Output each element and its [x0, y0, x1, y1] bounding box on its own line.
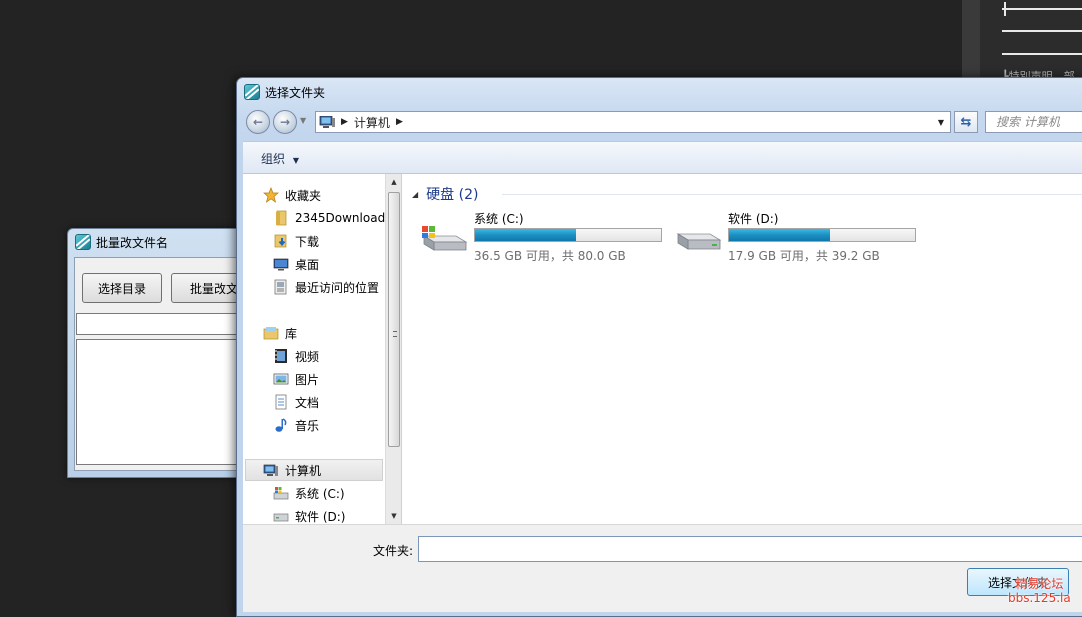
drive-icon — [676, 233, 722, 250]
nav-item-label: 音乐 — [295, 418, 320, 433]
scroll-up-arrow-icon[interactable]: ▲ — [386, 174, 402, 190]
forward-button[interactable]: → — [273, 110, 297, 134]
editor-line — [1002, 30, 1082, 32]
nav-computer[interactable]: 计算机 — [245, 459, 383, 481]
dialog-footer: 文件夹: 选择文件夹 — [243, 524, 1082, 612]
nav-item-label: 文档 — [295, 395, 320, 410]
drive-name: 软件 (D:) — [728, 212, 779, 226]
path-input[interactable] — [76, 313, 246, 335]
drive-tile-d[interactable]: 软件 (D:) 17.9 GB 可用，共 39.2 GB — [674, 210, 924, 263]
select-folder-dialog: 选择文件夹 ← → ▼ ▶ 计算机 ▶ ▼ ⇆ 搜索 计算机 组织 ▼ 收藏夹 … — [236, 77, 1082, 617]
picture-icon — [273, 373, 289, 385]
download-folder-icon — [274, 234, 287, 248]
nav-item-label: 桌面 — [295, 257, 320, 272]
app-icon — [75, 234, 91, 250]
drive-usage-bar — [474, 228, 662, 242]
recent-places-icon — [274, 279, 287, 295]
drive-free-space: 17.9 GB 可用，共 39.2 GB — [728, 249, 880, 263]
recent-locations-dropdown[interactable]: ▼ — [300, 116, 306, 125]
breadcrumb-separator-icon[interactable]: ▶ — [396, 117, 403, 127]
nav-item-drive-d[interactable]: 软件 (D:) — [273, 505, 400, 524]
nav-item-desktop[interactable]: 桌面 — [273, 253, 400, 275]
windows-drive-icon — [422, 226, 468, 251]
drive-name: 系统 (C:) — [474, 212, 524, 226]
organize-button[interactable]: 组织 ▼ — [261, 150, 299, 167]
nav-item-label: 2345Downloads — [295, 211, 392, 225]
address-bar[interactable]: ▶ 计算机 ▶ ▼ — [315, 111, 951, 133]
organize-label: 组织 — [261, 152, 286, 166]
back-arrow-icon: ← — [252, 115, 264, 129]
content-pane: ◢ 硬盘 (2) 系统 (C:) 36.5 GB 可用，共 80.0 GB 软件… — [402, 174, 1082, 524]
watermark: 精易论坛 bbs.125.la — [1008, 577, 1071, 605]
rename-window-title: 批量改文件名 — [96, 236, 169, 250]
address-dropdown-icon[interactable]: ▼ — [932, 112, 950, 132]
library-icon — [263, 327, 279, 340]
nav-item-label: 视频 — [295, 349, 320, 364]
refresh-icon: ⇆ — [960, 114, 972, 130]
nav-item-downloads[interactable]: 下载 — [273, 230, 400, 252]
drive-tile-c[interactable]: 系统 (C:) 36.5 GB 可用，共 80.0 GB — [420, 210, 670, 263]
watermark-line1: 精易论坛 — [1015, 577, 1064, 591]
refresh-button[interactable]: ⇆ — [954, 111, 978, 133]
group-header-hard-disks[interactable]: ◢ 硬盘 (2) — [412, 184, 478, 204]
drive-free-space: 36.5 GB 可用，共 80.0 GB — [474, 249, 626, 263]
nav-item-label: 图片 — [295, 372, 320, 387]
nav-item-pictures[interactable]: 图片 — [273, 368, 400, 390]
watermark-line2: bbs.125.la — [1008, 591, 1071, 605]
group-divider — [502, 194, 1082, 195]
drive-usage-fill — [475, 229, 577, 241]
background-editor: ┣特別声明，部 — [962, 0, 1082, 83]
dialog-title: 选择文件夹 — [265, 86, 326, 100]
computer-icon — [319, 116, 335, 128]
nav-pane-scrollbar[interactable]: ▲ ▼ — [385, 174, 401, 524]
back-button[interactable]: ← — [246, 110, 270, 134]
nav-item-recent-places[interactable]: 最近访问的位置 — [273, 276, 400, 298]
folder-icon — [276, 210, 287, 226]
nav-libraries-label: 库 — [285, 326, 298, 341]
nav-item-2345downloads[interactable]: 2345Downloads — [273, 207, 400, 229]
navigation-pane: 收藏夹 2345Downloads 下载 桌面 最近访问的位置 库 视频 图片 … — [243, 174, 401, 524]
computer-icon — [263, 464, 278, 476]
search-input[interactable]: 搜索 计算机 — [985, 111, 1082, 133]
app-icon — [244, 84, 260, 100]
music-icon — [275, 418, 287, 432]
drive-usage-bar — [728, 228, 916, 242]
nav-item-drive-c[interactable]: 系统 (C:) — [273, 482, 400, 504]
group-header-label: 硬盘 (2) — [426, 187, 479, 203]
nav-computer-label: 计算机 — [285, 463, 322, 478]
nav-item-music[interactable]: 音乐 — [273, 414, 400, 436]
chevron-down-icon: ▼ — [292, 156, 299, 165]
nav-libraries[interactable]: 库 — [263, 322, 400, 344]
breadcrumb-computer[interactable]: 计算机 — [354, 114, 390, 131]
breadcrumb-separator-icon[interactable]: ▶ — [341, 117, 348, 127]
forward-arrow-icon: → — [279, 115, 291, 129]
nav-item-videos[interactable]: 视频 — [273, 345, 400, 367]
video-icon — [275, 349, 287, 363]
command-toolbar: 组织 ▼ — [243, 141, 1082, 174]
nav-item-documents[interactable]: 文档 — [273, 391, 400, 413]
nav-item-label: 软件 (D:) — [295, 509, 346, 524]
nav-favorites[interactable]: 收藏夹 — [263, 184, 400, 206]
nav-item-label: 最近访问的位置 — [295, 280, 380, 295]
star-icon — [263, 187, 279, 203]
collapse-triangle-icon[interactable]: ◢ — [412, 190, 418, 199]
nav-favorites-label: 收藏夹 — [285, 188, 322, 203]
editor-line — [1002, 8, 1082, 10]
file-list-box[interactable] — [76, 339, 246, 465]
background-scrollbar — [962, 0, 980, 80]
scroll-down-arrow-icon[interactable]: ▼ — [386, 508, 402, 524]
nav-item-label: 系统 (C:) — [295, 486, 345, 501]
desktop-icon — [273, 258, 289, 271]
grip-icon — [393, 331, 397, 337]
select-directory-button[interactable]: 选择目录 — [82, 273, 162, 303]
drive-usage-fill — [729, 229, 830, 241]
windows-drive-icon — [273, 487, 289, 500]
document-icon — [275, 394, 287, 410]
editor-line — [1002, 53, 1082, 55]
drive-icon — [273, 513, 289, 522]
folder-label: 文件夹: — [373, 544, 414, 558]
nav-item-label: 下载 — [295, 234, 320, 249]
scroll-thumb[interactable] — [388, 192, 400, 447]
folder-input[interactable] — [418, 536, 1082, 562]
